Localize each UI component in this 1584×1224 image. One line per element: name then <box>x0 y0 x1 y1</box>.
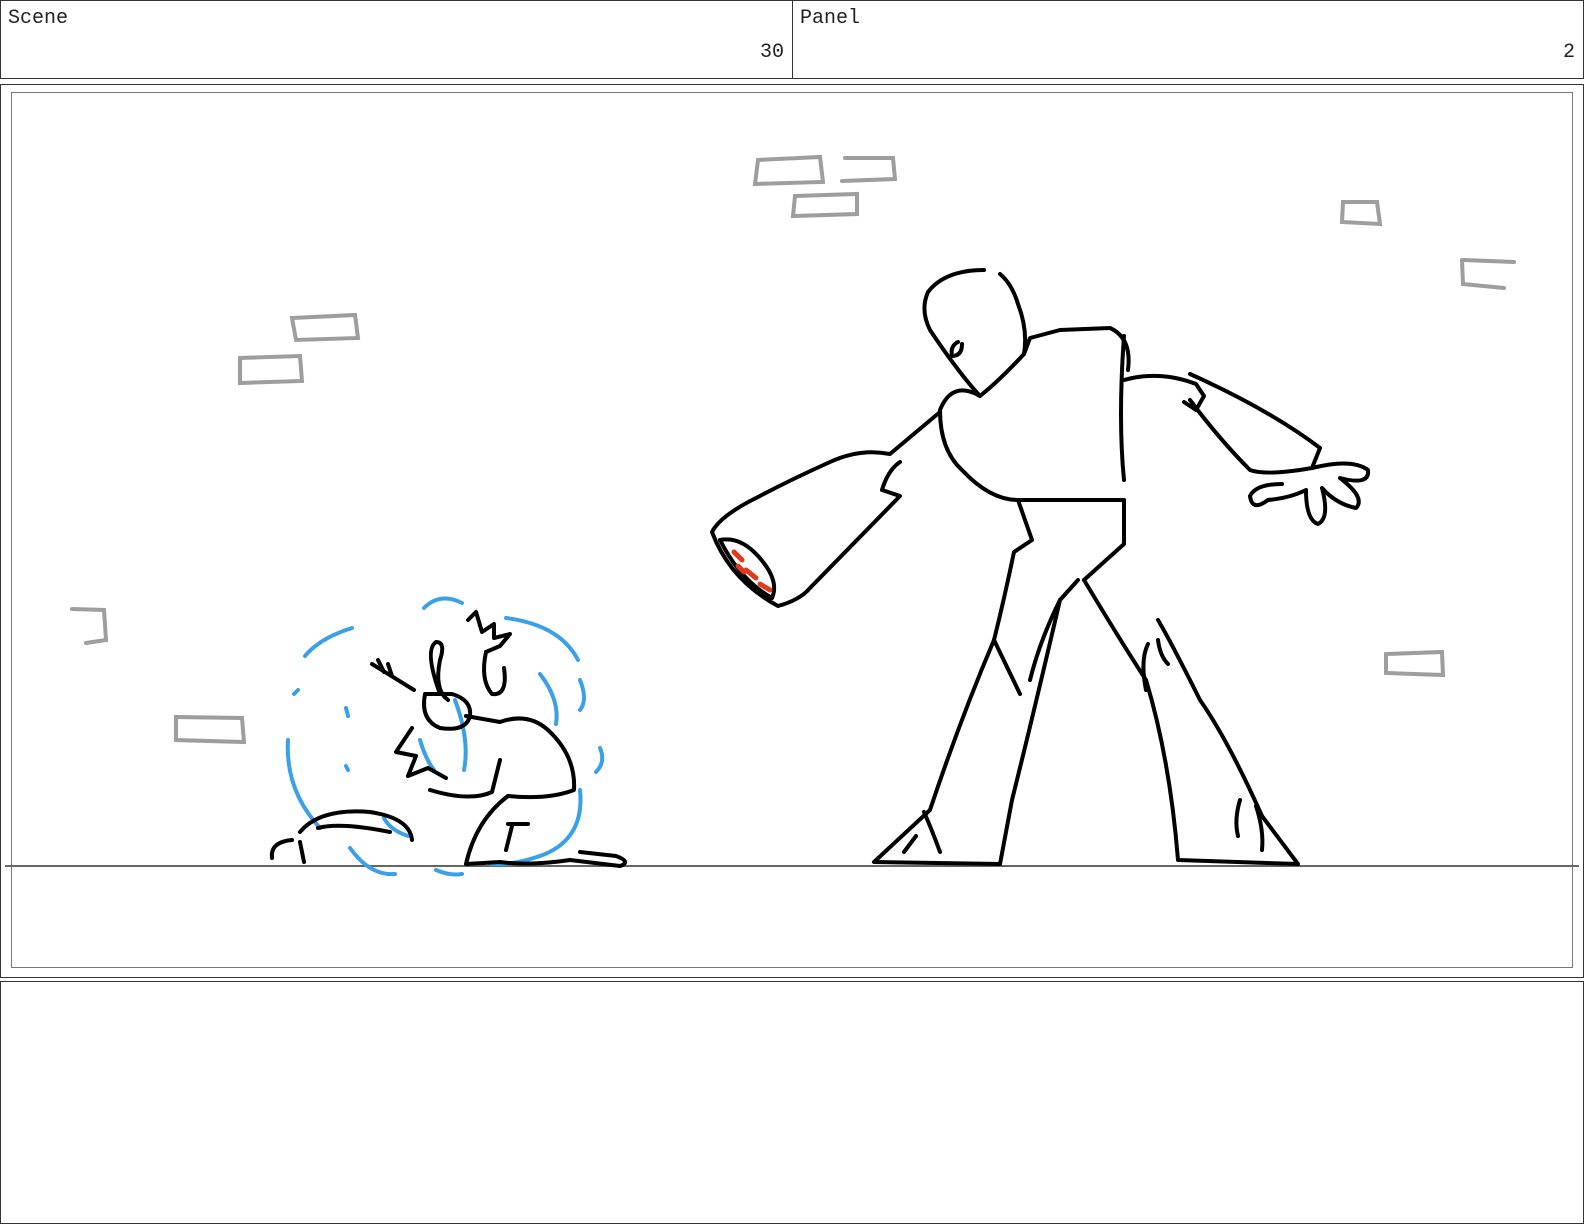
robot-head <box>922 268 1028 398</box>
brick <box>1460 258 1516 290</box>
panel-notes-area[interactable] <box>0 981 1584 1224</box>
wall-bricks <box>70 154 1516 745</box>
brick <box>289 312 361 343</box>
brick <box>1339 200 1383 227</box>
brick <box>70 607 109 645</box>
brick <box>752 154 826 187</box>
brick <box>840 156 898 183</box>
brick <box>1384 649 1446 678</box>
brick <box>790 191 859 219</box>
brick <box>238 353 305 386</box>
robot-character <box>710 268 1371 866</box>
brick <box>174 714 247 745</box>
